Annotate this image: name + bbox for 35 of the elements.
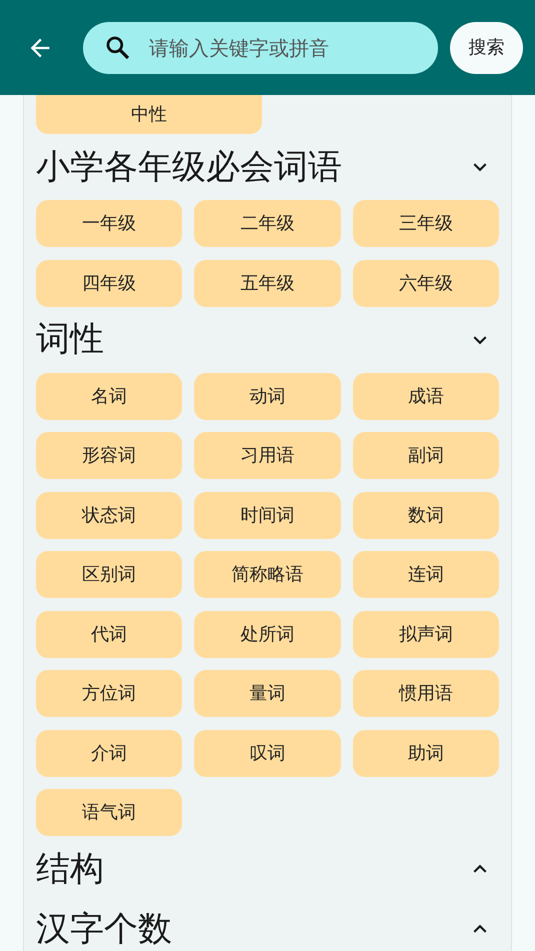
category-chip[interactable]: 量词 — [194, 670, 341, 717]
category-chip[interactable]: 数词 — [352, 492, 499, 538]
category-chip[interactable]: 动词 — [194, 372, 341, 420]
category-chip[interactable]: 拟声词 — [352, 610, 499, 658]
section-title: 词性 — [36, 318, 104, 361]
category-chip[interactable]: 简称略语 — [194, 551, 341, 598]
category-chip[interactable]: 五年级 — [194, 260, 341, 306]
section-title: 汉字个数 — [36, 908, 172, 950]
category-chip[interactable]: 中性 — [36, 95, 262, 134]
category-chip[interactable]: 形容词 — [36, 432, 182, 479]
section-title: 小学各年级必会词语 — [36, 146, 342, 188]
category-chip[interactable]: 助词 — [352, 730, 499, 776]
section-title: 结构 — [36, 848, 104, 890]
category-chip[interactable]: 区别词 — [36, 551, 182, 598]
category-chip[interactable]: 处所词 — [194, 610, 341, 658]
category-chip[interactable]: 介词 — [36, 730, 182, 776]
category-chip[interactable]: 叹词 — [194, 730, 341, 776]
category-chip[interactable]: 二年级 — [194, 200, 341, 247]
category-chip[interactable]: 状态词 — [36, 492, 182, 538]
category-chip[interactable]: 代词 — [36, 610, 182, 658]
category-chip[interactable]: 连词 — [352, 551, 499, 598]
category-chip[interactable]: 方位词 — [36, 670, 182, 717]
search-field[interactable]: 请输入关键字或拼音 — [83, 22, 438, 74]
category-chip[interactable]: 语气词 — [36, 789, 182, 836]
category-chip[interactable]: 副词 — [352, 432, 499, 479]
category-chip[interactable]: 名词 — [36, 372, 182, 420]
category-chip[interactable]: 时间词 — [194, 492, 341, 538]
category-chip[interactable]: 六年级 — [352, 260, 499, 306]
category-chip[interactable]: 三年级 — [352, 200, 499, 247]
category-chip[interactable]: 四年级 — [36, 260, 182, 306]
category-chip[interactable]: 一年级 — [36, 200, 182, 247]
category-chip[interactable]: 成语 — [352, 372, 499, 420]
category-chip[interactable]: 惯用语 — [352, 670, 499, 717]
category-chip[interactable]: 习用语 — [194, 432, 341, 479]
search-button[interactable]: 搜索 — [450, 22, 523, 74]
